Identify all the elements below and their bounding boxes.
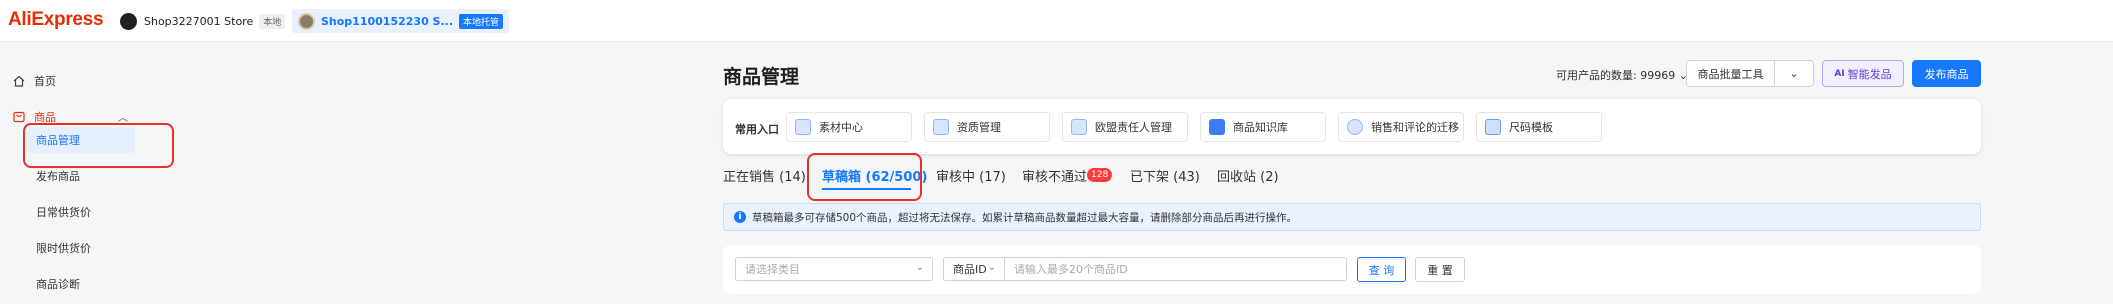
ai-publish-button[interactable]: AI 智能发品 <box>1822 60 1904 87</box>
publish-product-button[interactable]: 发布商品 <box>1912 60 1981 87</box>
query-button[interactable]: 查 询 <box>1357 257 1406 282</box>
size-template-icon <box>1485 119 1501 135</box>
quick-item-label: 素材中心 <box>819 121 863 134</box>
chevron-down-icon: ⌄ <box>915 262 924 273</box>
home-icon <box>13 75 25 87</box>
quick-item-label: 商品知识库 <box>1233 121 1288 134</box>
document-icon <box>933 119 949 135</box>
bulk-tools-button[interactable]: 商品批量工具 <box>1686 60 1775 87</box>
id-type-label: 商品ID <box>953 263 987 276</box>
store-avatar <box>120 12 137 30</box>
tab-rejected[interactable]: 审核不通过 <box>1022 166 1087 185</box>
sidebar-item-product-diagnosis[interactable]: 商品诊断 <box>36 276 80 292</box>
chevron-down-icon: ⌄ <box>1789 67 1799 80</box>
top-bar: AliExpress Shop3227001 Store 本地 Shop1100… <box>0 0 2113 42</box>
rejected-count-badge: 128 <box>1087 168 1113 182</box>
person-document-icon <box>1071 119 1087 135</box>
sidebar-item-label: 首页 <box>34 75 56 88</box>
sidebar-item-publish-product[interactable]: 发布商品 <box>36 168 80 184</box>
tab-recycle-bin[interactable]: 回收站 (2) <box>1217 166 1279 185</box>
book-icon <box>1209 119 1225 135</box>
bulk-tools-dropdown[interactable]: ⌄ <box>1774 60 1814 87</box>
available-count-label: 可用产品的数量: 99969 <box>1556 69 1676 82</box>
product-icon <box>13 111 25 123</box>
tab-in-review[interactable]: 审核中 (17) <box>936 166 1006 185</box>
quick-item-knowledge-base[interactable]: 商品知识库 <box>1200 112 1326 142</box>
reset-button[interactable]: 重 置 <box>1415 257 1465 282</box>
category-select[interactable]: 请选择类目 ⌄ <box>735 257 933 281</box>
quick-item-size-template[interactable]: 尺码模板 <box>1476 112 1602 142</box>
store-name: Shop3227001 Store <box>144 14 254 28</box>
store-switcher-2[interactable]: Shop1100152230 S... 本地托管 <box>292 9 510 33</box>
chevron-up-icon[interactable]: ︿ <box>118 109 128 124</box>
store-tag: 本地托管 <box>459 13 504 29</box>
store-tag: 本地 <box>259 13 286 29</box>
store-switcher-1[interactable]: Shop3227001 Store 本地 <box>120 9 286 33</box>
quick-item-material-center[interactable]: 素材中心 <box>786 112 912 142</box>
quick-item-label: 欧盟责任人管理 <box>1095 121 1172 134</box>
quick-item-label: 资质管理 <box>957 121 1001 134</box>
quick-item-eu-responsible[interactable]: 欧盟责任人管理 <box>1062 112 1188 142</box>
quick-item-label: 销售和评论的迁移 <box>1371 121 1459 134</box>
image-icon <box>795 119 811 135</box>
sidebar-item-daily-price[interactable]: 日常供货价 <box>36 204 91 220</box>
chevron-down-icon: ⌄ <box>987 262 996 273</box>
info-icon: i <box>734 211 746 223</box>
page-title: 商品管理 <box>723 66 800 88</box>
tab-on-sale[interactable]: 正在销售 (14) <box>723 166 806 185</box>
store-name: Shop1100152230 S... <box>321 14 454 28</box>
sidebar: 首页 商品 ︿ <box>0 43 170 304</box>
ai-publish-label: 智能发品 <box>1847 67 1892 81</box>
quick-item-label: 尺码模板 <box>1509 121 1553 134</box>
id-type-select[interactable]: 商品ID ⌄ <box>943 257 1005 281</box>
quick-item-review-migration[interactable]: 销售和评论的迁移 <box>1338 112 1464 142</box>
store-avatar <box>298 12 315 30</box>
quick-item-qualification[interactable]: 资质管理 <box>924 112 1050 142</box>
sidebar-item-home[interactable]: 首页 <box>0 67 170 95</box>
sidebar-item-limited-price[interactable]: 限时供货价 <box>36 240 91 256</box>
aliexpress-logo[interactable]: AliExpress <box>8 9 104 31</box>
highlight-box-sidebar <box>23 123 174 168</box>
product-id-input[interactable]: 请输入最多20个商品ID <box>1004 257 1347 281</box>
product-id-placeholder: 请输入最多20个商品ID <box>1014 263 1128 276</box>
info-notice-text: 草稿箱最多可存储500个商品，超过将无法保存。如累计草稿商品数量超过最大容量，请… <box>752 212 1298 224</box>
quick-entry-label: 常用入口 <box>735 123 779 136</box>
migration-icon <box>1347 119 1363 135</box>
tab-delisted[interactable]: 已下架 (43) <box>1130 166 1200 185</box>
available-count[interactable]: 可用产品的数量: 99969 ⌄ <box>1556 67 1688 83</box>
ai-icon: AI <box>1834 68 1845 79</box>
highlight-box-tab <box>807 153 922 201</box>
category-placeholder: 请选择类目 <box>745 263 800 276</box>
